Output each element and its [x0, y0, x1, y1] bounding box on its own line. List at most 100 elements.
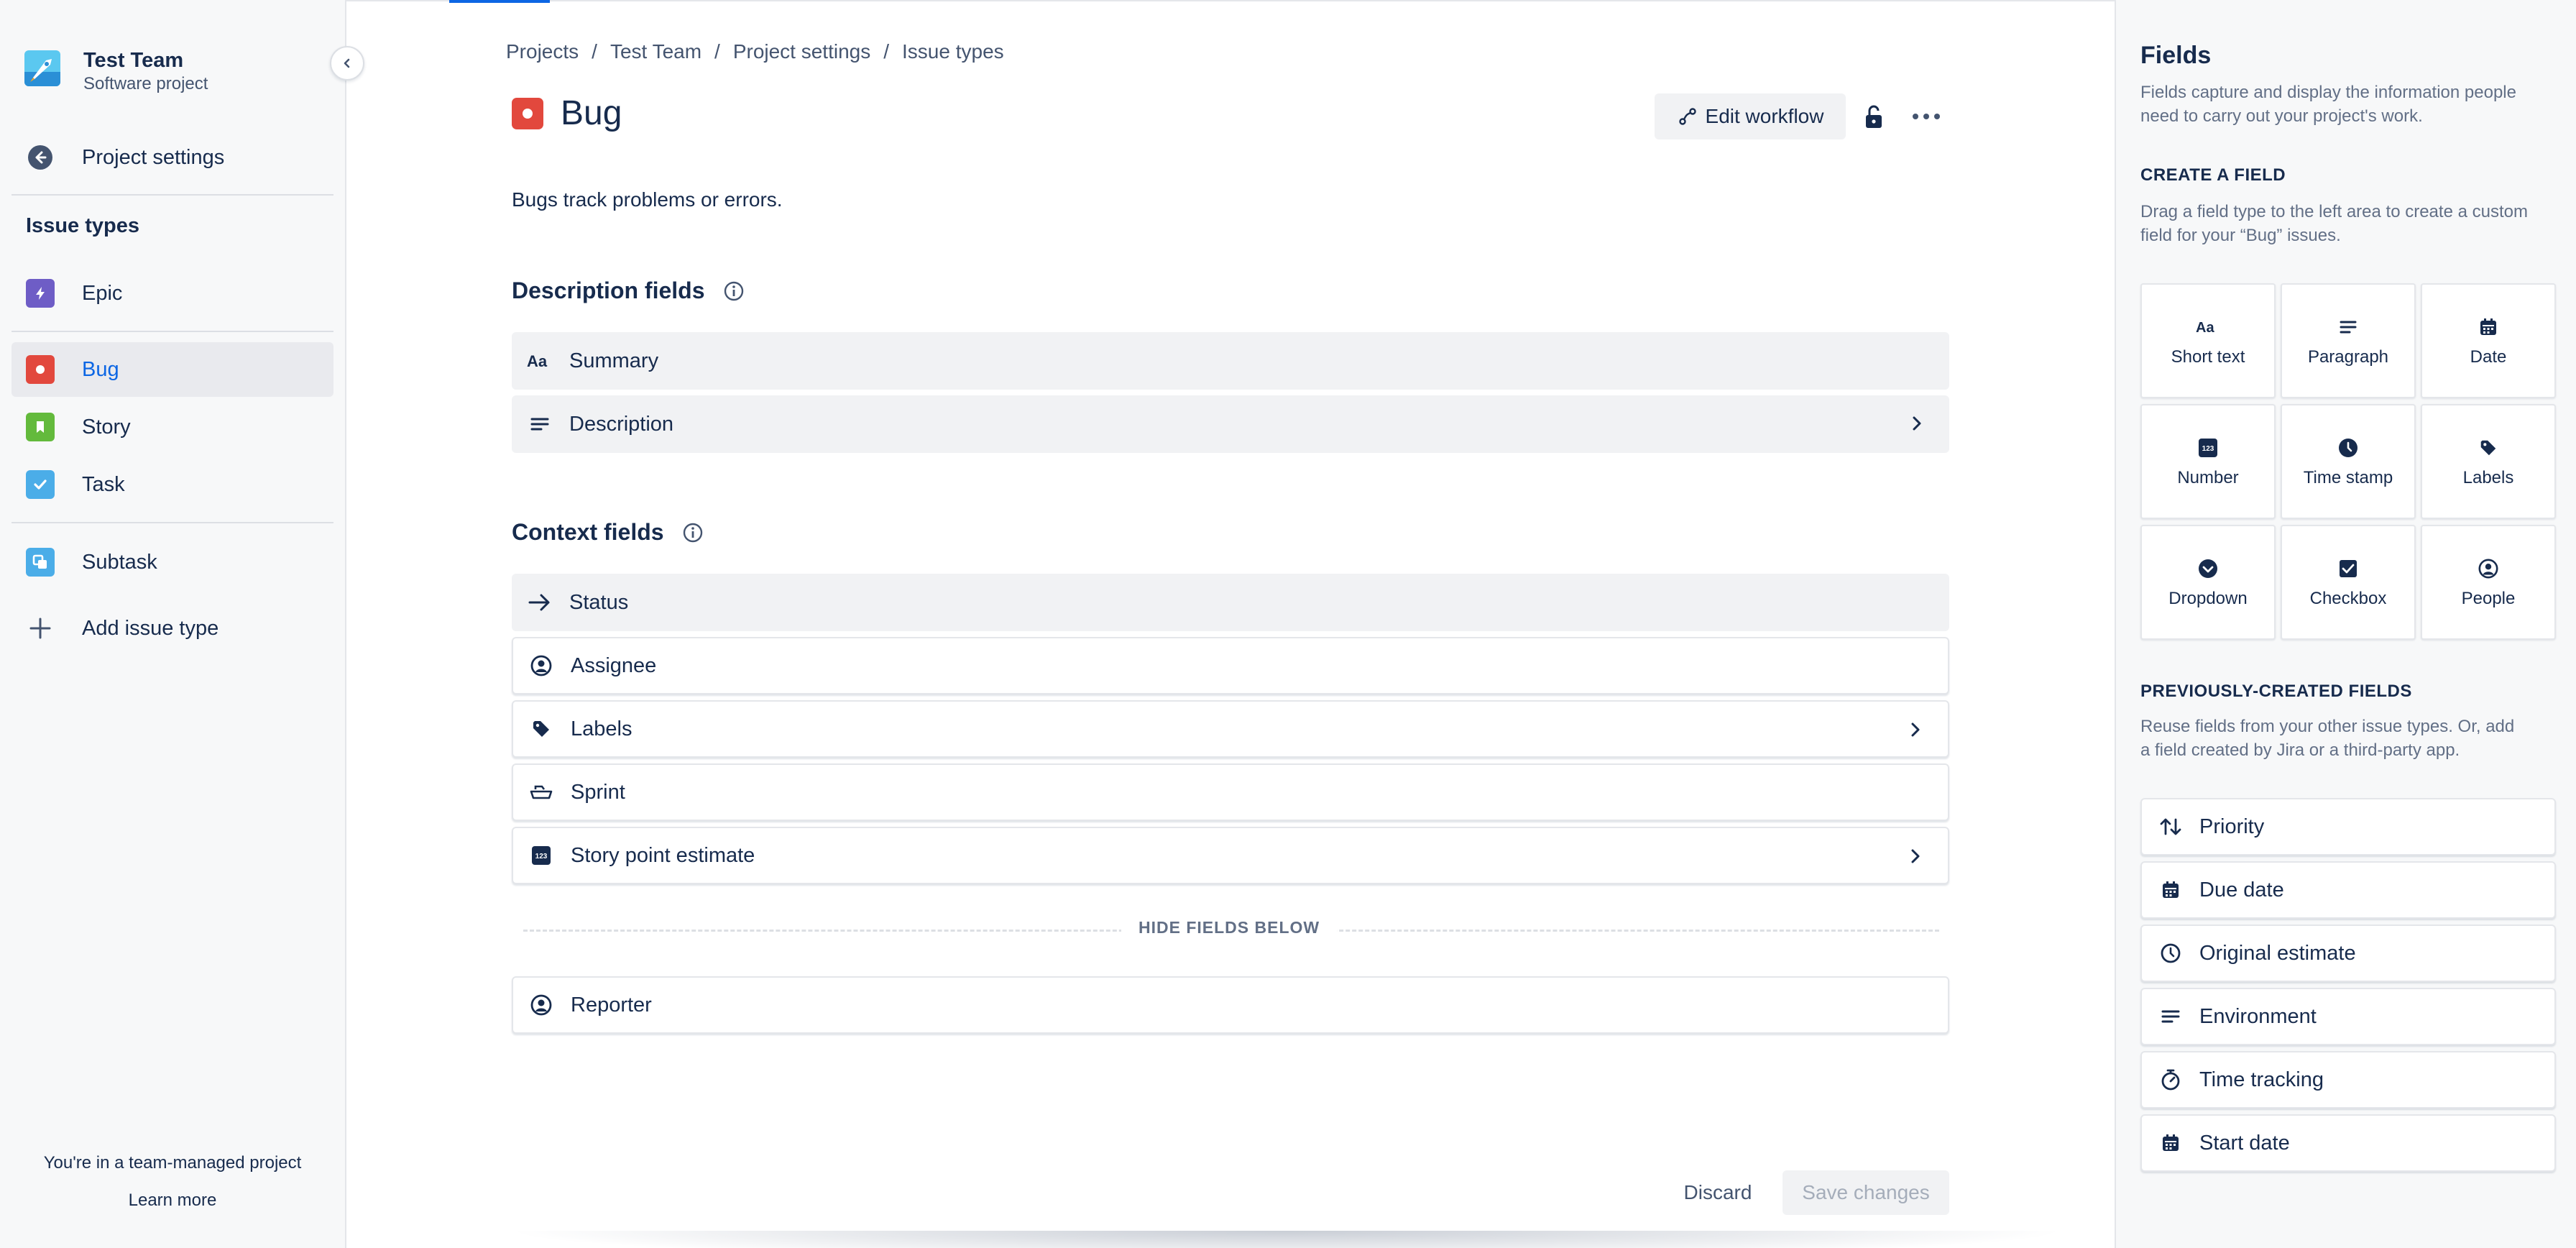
previous-field-due-date[interactable]: Due date	[2140, 861, 2556, 919]
field-type-checkbox[interactable]: Checkbox	[2281, 525, 2416, 640]
add-issue-type-label: Add issue type	[82, 616, 219, 640]
sidebar-item-task[interactable]: Task	[12, 457, 334, 512]
breadcrumb: Projects / Test Team / Project settings …	[506, 40, 1004, 63]
footer-shadow	[503, 1231, 2070, 1248]
project-name: Test Team	[83, 49, 184, 72]
task-icon	[26, 470, 55, 499]
previous-field-label: Original estimate	[2199, 941, 2356, 965]
sidebar-item-story[interactable]: Story	[12, 400, 334, 454]
field-type-number[interactable]: 123 Number	[2140, 404, 2276, 519]
field-type-short-text[interactable]: Aa Short text	[2140, 283, 2276, 398]
field-assignee[interactable]: Assignee	[512, 637, 1949, 694]
person-icon	[2478, 556, 2499, 582]
lock-button[interactable]	[1858, 101, 1890, 132]
collapse-sidebar-button[interactable]	[330, 46, 364, 81]
clock-icon	[2158, 940, 2184, 966]
sidebar-item-label: Story	[82, 415, 131, 439]
checkbox-icon	[2338, 556, 2358, 582]
sidebar-divider	[12, 194, 334, 196]
project-header[interactable]: Test Team Software project	[24, 47, 208, 95]
svg-text:Aa: Aa	[2196, 320, 2214, 335]
clock-icon	[2337, 435, 2359, 461]
info-icon[interactable]	[722, 280, 745, 303]
project-settings-label: Project settings	[82, 145, 225, 169]
page-title[interactable]: Bug	[561, 93, 622, 133]
paragraph-icon	[526, 410, 553, 438]
field-type-labels[interactable]: Labels	[2421, 404, 2556, 519]
save-changes-button[interactable]: Save changes	[1782, 1170, 1949, 1215]
issue-types-heading: Issue types	[26, 214, 139, 237]
fields-panel: Fields Fields capture and display the in…	[2115, 0, 2576, 1248]
previous-field-label: Start date	[2199, 1131, 2290, 1155]
project-avatar	[24, 50, 60, 86]
previous-fields-heading: PREVIOUSLY-CREATED FIELDS	[2140, 682, 2412, 701]
sprint-icon	[528, 779, 555, 806]
previous-field-time-tracking[interactable]: Time tracking	[2140, 1051, 2556, 1109]
hide-fields-label: HIDE FIELDS BELOW	[1121, 918, 1338, 937]
field-summary[interactable]: Aa Summary	[512, 332, 1949, 390]
field-reporter[interactable]: Reporter	[512, 976, 1949, 1034]
chevron-right-icon[interactable]	[1905, 845, 1926, 867]
previous-field-label: Priority	[2199, 815, 2265, 838]
sidebar-item-epic[interactable]: Epic	[12, 266, 334, 321]
field-story-point-estimate[interactable]: 123 Story point estimate	[512, 827, 1949, 884]
chevron-right-icon[interactable]	[1905, 719, 1926, 740]
breadcrumb-separator: /	[592, 40, 597, 63]
field-type-people[interactable]: People	[2421, 525, 2556, 640]
sidebar-item-bug[interactable]: Bug	[12, 342, 334, 397]
previous-field-original-estimate[interactable]: Original estimate	[2140, 924, 2556, 982]
field-status[interactable]: Status	[512, 574, 1949, 631]
field-label: Description	[569, 412, 674, 436]
svg-text:123: 123	[535, 853, 548, 861]
add-issue-type-button[interactable]: Add issue type	[12, 601, 334, 656]
create-field-heading: CREATE A FIELD	[2140, 165, 2286, 185]
stopwatch-icon	[2158, 1067, 2184, 1093]
more-actions-button[interactable]	[1905, 101, 1948, 132]
project-settings-link[interactable]: Project settings	[12, 130, 334, 185]
calendar-icon	[2478, 314, 2498, 340]
dropdown-icon	[2197, 556, 2219, 582]
field-sprint[interactable]: Sprint	[512, 763, 1949, 821]
previous-field-label: Time tracking	[2199, 1068, 2324, 1091]
field-type-dropdown[interactable]: Dropdown	[2140, 525, 2276, 640]
text-aa-icon: Aa	[2196, 314, 2220, 340]
previous-field-label: Environment	[2199, 1004, 2317, 1028]
breadcrumb-separator: /	[714, 40, 720, 63]
field-type-time-stamp[interactable]: Time stamp	[2281, 404, 2416, 519]
info-icon[interactable]	[681, 521, 704, 544]
sidebar-item-label: Subtask	[82, 550, 157, 574]
edit-workflow-button[interactable]: Edit workflow	[1655, 93, 1846, 139]
breadcrumb-project-settings[interactable]: Project settings	[733, 40, 870, 63]
sidebar-divider	[12, 522, 334, 523]
context-fields-heading: Context fields	[512, 519, 704, 546]
fields-panel-intro: Fields capture and display the informati…	[2140, 83, 2516, 126]
discard-button[interactable]: Discard	[1660, 1170, 1775, 1215]
number-icon: 123	[2197, 435, 2219, 461]
field-type-date[interactable]: Date	[2421, 283, 2556, 398]
field-labels[interactable]: Labels	[512, 700, 1949, 758]
fields-panel-title: Fields	[2140, 42, 2212, 69]
plus-icon	[26, 614, 55, 643]
field-label: Summary	[569, 349, 659, 372]
breadcrumb-projects[interactable]: Projects	[506, 40, 579, 63]
active-tab-indicator	[449, 0, 550, 3]
field-label: Reporter	[571, 993, 652, 1017]
field-description[interactable]: Description	[512, 395, 1949, 453]
sidebar-item-subtask[interactable]: Subtask	[12, 535, 334, 589]
previous-field-environment[interactable]: Environment	[2140, 988, 2556, 1045]
field-type-label: People	[2461, 589, 2516, 608]
learn-more-link[interactable]: Learn more	[0, 1190, 345, 1211]
breadcrumb-issue-types[interactable]: Issue types	[902, 40, 1004, 63]
create-field-text: Drag a field type to the left area to cr…	[2140, 202, 2528, 245]
paragraph-icon	[2158, 1004, 2184, 1029]
issue-type-description: Bugs track problems or errors.	[512, 188, 783, 211]
previous-field-priority[interactable]: Priority	[2140, 798, 2556, 855]
svg-text:123: 123	[2202, 445, 2214, 453]
field-type-paragraph[interactable]: Paragraph	[2281, 283, 2416, 398]
field-type-label: Dropdown	[2168, 589, 2248, 608]
chevron-right-icon[interactable]	[1906, 413, 1928, 434]
sidebar-item-label: Task	[82, 472, 125, 496]
previous-field-start-date[interactable]: Start date	[2140, 1114, 2556, 1172]
field-label: Sprint	[571, 780, 625, 804]
breadcrumb-test-team[interactable]: Test Team	[610, 40, 702, 63]
